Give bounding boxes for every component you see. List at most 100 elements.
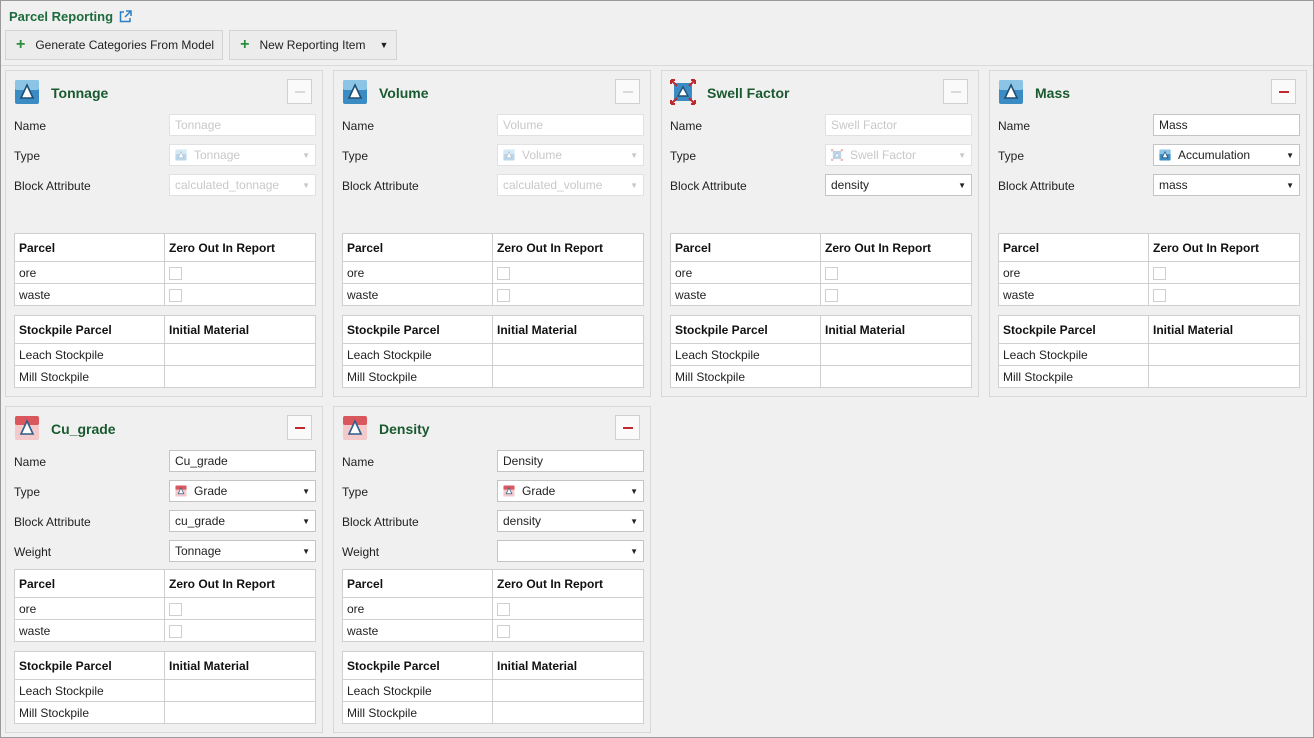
name-label: Name	[342, 119, 375, 133]
table-row: Mill Stockpile	[14, 365, 316, 388]
table-row: Leach Stockpile	[998, 343, 1300, 366]
parcel-name-cell: ore	[342, 597, 493, 620]
minus-icon	[622, 426, 633, 429]
zero-out-checkbox[interactable]	[825, 288, 838, 302]
initial-material-cell[interactable]	[820, 365, 972, 388]
chevron-down-icon: ▼	[1286, 180, 1294, 190]
stockpile-name-cell: Mill Stockpile	[670, 365, 821, 388]
block-attribute-value: cu_grade	[175, 514, 226, 528]
name-input[interactable]: Density	[497, 450, 644, 472]
chevron-down-icon: ▼	[958, 180, 966, 190]
block-attribute-label: Block Attribute	[14, 179, 91, 193]
stockpile-name-cell: Leach Stockpile	[14, 679, 165, 702]
parcel-table: Parcel Zero Out In Report ore waste	[342, 233, 644, 306]
zero-out-checkbox[interactable]	[497, 624, 510, 638]
table-row: Leach Stockpile	[342, 679, 644, 702]
reporting-item-card: Swell Factor Name Swell Factor Type Swel…	[661, 70, 979, 397]
accumulation-icon	[14, 79, 40, 105]
block-attribute-label: Block Attribute	[342, 179, 419, 193]
block-attribute-select[interactable]: mass ▼	[1153, 174, 1300, 196]
chevron-down-icon: ▼	[302, 150, 310, 160]
weight-select[interactable]: Tonnage ▼	[169, 540, 316, 562]
name-label: Name	[14, 119, 47, 133]
stockpile-table: Stockpile Parcel Initial Material Leach …	[670, 315, 972, 388]
zero-out-checkbox[interactable]	[825, 266, 838, 280]
zero-out-column-header: Zero Out In Report	[1148, 233, 1300, 262]
zero-out-checkbox[interactable]	[1153, 288, 1166, 302]
initial-material-cell[interactable]	[492, 365, 644, 388]
zero-out-checkbox[interactable]	[169, 288, 182, 302]
chevron-down-icon: ▼	[630, 516, 638, 526]
name-input[interactable]: Tonnage	[169, 114, 316, 136]
name-value: Mass	[1159, 118, 1188, 132]
block-attribute-select[interactable]: cu_grade ▼	[169, 510, 316, 532]
weight-select[interactable]: ▼	[497, 540, 644, 562]
type-select[interactable]: Grade ▼	[497, 480, 644, 502]
block-attribute-select[interactable]: density ▼	[825, 174, 972, 196]
block-attribute-select[interactable]: density ▼	[497, 510, 644, 532]
plus-icon: +	[240, 36, 250, 53]
card-title: Swell Factor	[707, 85, 790, 101]
type-select[interactable]: Grade ▼	[169, 480, 316, 502]
name-value: Tonnage	[175, 118, 222, 132]
initial-material-cell[interactable]	[164, 365, 316, 388]
table-row: waste	[342, 619, 644, 642]
name-input[interactable]: Volume	[497, 114, 644, 136]
stockpile-column-header: Stockpile Parcel	[342, 651, 493, 680]
initial-material-cell[interactable]	[492, 701, 644, 724]
initial-material-cell[interactable]	[164, 701, 316, 724]
plus-icon: +	[16, 36, 26, 53]
table-row: Mill Stockpile	[998, 365, 1300, 388]
table-row: Mill Stockpile	[342, 701, 644, 724]
card-header: Swell Factor	[662, 71, 978, 111]
parcel-table: Parcel Zero Out In Report ore waste	[14, 233, 316, 306]
zero-out-checkbox[interactable]	[1153, 266, 1166, 280]
name-input[interactable]: Swell Factor	[825, 114, 972, 136]
initial-material-cell[interactable]	[492, 343, 644, 366]
parcel-name-cell: ore	[998, 261, 1149, 284]
card-header: Tonnage	[6, 71, 322, 111]
remove-item-button[interactable]	[1271, 79, 1296, 104]
remove-item-button[interactable]	[615, 79, 640, 104]
type-select[interactable]: Swell Factor ▼	[825, 144, 972, 166]
type-select[interactable]: Accumulation ▼	[1153, 144, 1300, 166]
initial-material-cell[interactable]	[1148, 343, 1300, 366]
table-row: waste	[998, 283, 1300, 306]
zero-out-checkbox[interactable]	[497, 266, 510, 280]
initial-material-cell[interactable]	[1148, 365, 1300, 388]
type-select[interactable]: Tonnage ▼	[169, 144, 316, 166]
remove-item-button[interactable]	[615, 415, 640, 440]
name-input[interactable]: Cu_grade	[169, 450, 316, 472]
zero-out-checkbox[interactable]	[169, 266, 182, 280]
remove-item-button[interactable]	[287, 415, 312, 440]
weight-row: Weight Tonnage ▼	[6, 537, 322, 567]
type-select[interactable]: Volume ▼	[497, 144, 644, 166]
zero-out-checkbox[interactable]	[169, 624, 182, 638]
accumulation-icon	[342, 79, 368, 105]
block-attribute-select[interactable]: calculated_tonnage ▼	[169, 174, 316, 196]
name-input[interactable]: Mass	[1153, 114, 1300, 136]
initial-material-cell[interactable]	[164, 679, 316, 702]
block-attribute-row: Block Attribute density ▼	[662, 171, 978, 201]
stockpile-table: Stockpile Parcel Initial Material Leach …	[342, 315, 644, 388]
type-value: Grade	[194, 484, 228, 498]
remove-item-button[interactable]	[943, 79, 968, 104]
initial-material-cell[interactable]	[492, 679, 644, 702]
toolbar-divider	[1, 65, 1313, 66]
generate-categories-button[interactable]: + Generate Categories From Model	[5, 30, 224, 60]
new-reporting-item-button[interactable]: + New Reporting Item ▼	[229, 30, 398, 60]
initial-material-cell[interactable]	[164, 343, 316, 366]
card-title: Mass	[1035, 85, 1071, 101]
zero-out-cell	[164, 597, 316, 620]
dropdown-arrow-icon[interactable]: ▼	[379, 40, 388, 50]
table-row: Leach Stockpile	[342, 343, 644, 366]
block-attribute-select[interactable]: calculated_volume ▼	[497, 174, 644, 196]
remove-item-button[interactable]	[287, 79, 312, 104]
initial-material-cell[interactable]	[820, 343, 972, 366]
generate-categories-label: Generate Categories From Model	[35, 38, 215, 52]
zero-out-checkbox[interactable]	[169, 602, 182, 616]
table-header-row: Parcel Zero Out In Report	[342, 569, 644, 598]
zero-out-checkbox[interactable]	[497, 602, 510, 616]
zero-out-checkbox[interactable]	[497, 288, 510, 302]
external-link-icon[interactable]	[119, 9, 132, 23]
